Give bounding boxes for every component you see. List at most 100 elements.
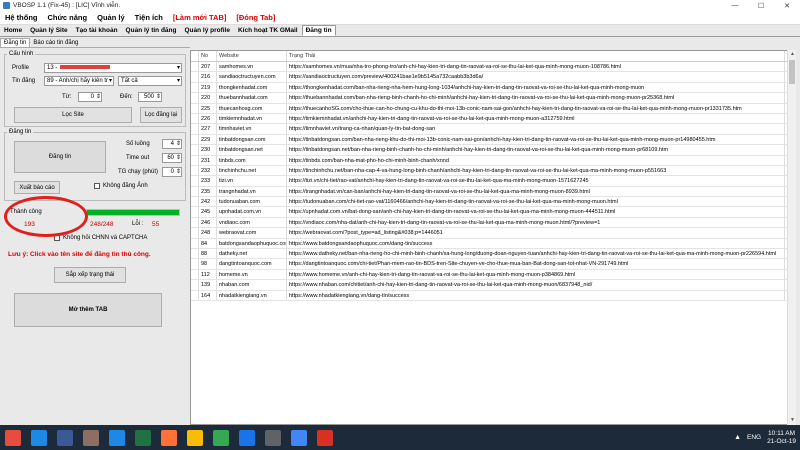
tab-kich-hoat-gmail[interactable]: Kích hoạt TK GMail [234, 25, 302, 36]
table-row[interactable]: 231 tinbds.com https://tinbds.com/ban-nha-… [191, 155, 795, 166]
tu-input[interactable]: 0 [78, 92, 102, 102]
filter-select[interactable]: Tất cả [118, 76, 182, 86]
tab-home[interactable]: Home [0, 25, 26, 36]
col-trang-thai[interactable]: Trạng Thái [287, 51, 785, 61]
grid-scrollbar[interactable]: ▲ ▼ [787, 50, 796, 425]
app-icon[interactable] [265, 429, 281, 446]
scroll-thumb[interactable] [789, 60, 795, 84]
cell-website[interactable]: webraovat.com [217, 228, 287, 238]
table-row[interactable]: 227 timnhaviet.vn https://timnhaviet.vn/tr… [191, 124, 795, 135]
table-row[interactable]: 220 thuebannhadat.com https://thuebannhada… [191, 93, 795, 104]
table-row[interactable]: 233 tizi.vn https://tizi.vn/chi-tiet/rao-v… [191, 176, 795, 187]
mo-them-tab-button[interactable]: Mở thêm TAB [14, 293, 162, 327]
cell-website[interactable]: vndiaoc.com [217, 217, 287, 228]
tindang-select[interactable]: 89 - Anh/chị hãy kiên tr [44, 76, 114, 86]
clock[interactable]: 10:11 AM 21-Oct-19 [767, 430, 796, 446]
app-icon[interactable] [109, 429, 125, 446]
minimize-icon[interactable]: — [722, 0, 748, 11]
tg-chay-input[interactable]: 0 [162, 167, 182, 177]
table-row[interactable]: 216 sandiaoctructuyen.com https://sandiaoc… [191, 72, 795, 83]
cell-website[interactable]: thongkenhadat.com [217, 82, 287, 93]
cell-website[interactable]: nhaban.com [217, 280, 287, 290]
tab-tao-tai-khoan[interactable]: Tạo tài khoản [72, 25, 122, 36]
cell-website[interactable]: thuebannhadat.com [217, 93, 287, 103]
profile-select[interactable]: 13 - [44, 63, 182, 73]
time-out-input[interactable]: 60 [162, 153, 182, 163]
scroll-down-icon[interactable]: ▼ [788, 416, 797, 425]
table-row[interactable]: 207 samhomes.vn https://samhomes.vn/mua/nh… [191, 62, 795, 73]
network-icon[interactable]: ▲ [734, 434, 741, 441]
cell-website[interactable]: tudonuaban.com [217, 197, 287, 207]
khong-hoi-checkbox[interactable]: Không hỏi CHNN và CAPTCHA [54, 235, 147, 241]
cell-website[interactable]: tinbatdongsan.net [217, 145, 287, 155]
dang-tin-button[interactable]: Đăng tin [14, 141, 106, 173]
cell-website[interactable]: nhadatkiengiang.vn [217, 290, 287, 300]
cell-website[interactable]: trangnhadat.vn [217, 186, 287, 197]
menu-he-thong[interactable]: Hệ thống [0, 13, 43, 22]
menu-chuc-nang[interactable]: Chức năng [43, 13, 93, 22]
cell-website[interactable]: timkiemnhadat.vn [217, 113, 287, 124]
cell-website[interactable]: homeme.vn [217, 269, 287, 280]
table-row[interactable]: 219 thongkenhadat.com https://thongkenhada… [191, 82, 795, 94]
tab-quan-ly-tin-dang[interactable]: Quản lý tin đăng [122, 25, 181, 36]
start-icon[interactable] [5, 429, 21, 446]
table-row[interactable]: 248 webraovat.com https://webraovat.com/?p… [191, 228, 795, 239]
chrome-icon[interactable] [213, 429, 229, 446]
sap-xep-button[interactable]: Sắp xếp trạng thái [54, 267, 126, 283]
tab-quan-ly-site[interactable]: Quản lý Site [26, 25, 72, 36]
den-input[interactable]: 500 [138, 92, 162, 102]
task-view-icon[interactable] [57, 429, 73, 446]
table-row[interactable]: 84 batdongsandaophuquoc.com https://www.ba… [191, 238, 795, 250]
tab-quan-ly-profile[interactable]: Quản lý profile [180, 25, 234, 36]
app-icon[interactable] [83, 429, 99, 446]
menu-quan-ly[interactable]: Quản lý [92, 13, 130, 22]
cell-website[interactable]: thuecanhosg.com [217, 103, 287, 113]
col-website[interactable]: Website [217, 51, 287, 61]
so-luong-input[interactable]: 4 [162, 139, 182, 149]
khong-dang-anh-checkbox[interactable]: Không đăng Ảnh [94, 183, 148, 189]
chrome-icon[interactable] [187, 429, 203, 446]
col-no[interactable]: No [199, 51, 217, 61]
menu-tien-ich[interactable]: Tiện ích [130, 13, 168, 22]
loc-dang-lai-button[interactable]: Lọc đăng lại [140, 107, 182, 123]
menu-lam-moi-tab[interactable]: [Làm mới TAB] [168, 13, 232, 22]
table-row[interactable]: 245 upnhadat.com.vn https://upnhadat.com.v… [191, 207, 795, 218]
app-icon[interactable] [317, 429, 333, 446]
tab-dang-tin[interactable]: Đăng tin [301, 25, 336, 36]
cell-website[interactable]: datheky.net [217, 249, 287, 259]
table-row[interactable]: 229 tinbatdongsan.com https://tinbatdongsa… [191, 134, 795, 146]
maximize-icon[interactable]: ☐ [748, 0, 774, 11]
cell-website[interactable]: tinbds.com [217, 155, 287, 165]
search-icon[interactable] [31, 429, 47, 446]
excel-icon[interactable] [135, 429, 151, 446]
app-icon[interactable] [291, 429, 307, 446]
table-row[interactable]: 225 thuecanhosg.com https://thuecanhoSG.co… [191, 103, 795, 114]
table-row[interactable]: 98 dangtintoanquoc.com https://dangtintoan… [191, 259, 795, 270]
cell-website[interactable]: tinbatdongsan.com [217, 134, 287, 145]
table-row[interactable]: 232 tinchinhchu.net https://tinchinhchu.ne… [191, 165, 795, 177]
chrome-icon[interactable] [239, 429, 255, 446]
cell-website[interactable]: tizi.vn [217, 176, 287, 186]
xuat-bao-cao-button[interactable]: Xuất báo cáo [14, 181, 60, 194]
table-row[interactable]: 139 nhaban.com https://www.nhaban.com/chit… [191, 280, 795, 291]
language-indicator[interactable]: ENG [747, 434, 761, 441]
close-icon[interactable]: ✕ [774, 0, 800, 11]
firefox-icon[interactable] [161, 429, 177, 446]
table-row[interactable]: 242 tudonuaban.com https://tudonuaban.com/… [191, 197, 795, 208]
cell-website[interactable]: tinchinhchu.net [217, 165, 287, 176]
cell-website[interactable]: timnhaviet.vn [217, 124, 287, 134]
cell-website[interactable]: upnhadat.com.vn [217, 207, 287, 217]
table-row[interactable]: 88 datheky.net https://www.datheky.net/ban… [191, 249, 795, 260]
cell-website[interactable]: sandiaoctructuyen.com [217, 72, 287, 82]
subtab-bao-cao[interactable]: Báo cáo tin đăng [30, 39, 81, 47]
subtab-dang-tin[interactable]: Đăng tin [0, 38, 31, 47]
table-row[interactable]: 112 homeme.vn https://www.homeme.vn/anh-ch… [191, 269, 795, 281]
table-row[interactable]: 164 nhadatkiengiang.vn https://www.nhadatk… [191, 290, 795, 301]
table-row[interactable]: 246 vndiaoc.com https://vndiaoc.com/nha-da… [191, 217, 795, 229]
loc-site-button[interactable]: Lọc Site [14, 107, 132, 123]
table-row[interactable]: 235 trangnhadat.vn https://trangnhadat.vn/… [191, 186, 795, 198]
cell-website[interactable]: samhomes.vn [217, 62, 287, 72]
cell-website[interactable]: dangtintoanquoc.com [217, 259, 287, 269]
table-row[interactable]: 226 timkiemnhadat.vn https://timkiemnhadat… [191, 113, 795, 125]
scroll-up-icon[interactable]: ▲ [788, 50, 797, 59]
